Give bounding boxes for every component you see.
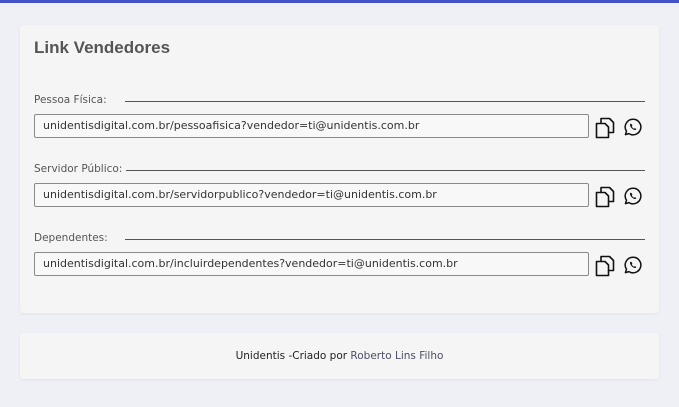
footer-text: Unidentis -Criado por [235, 350, 351, 362]
link-vendedores-card: Link Vendedores Pessoa Física: unidentis… [20, 25, 659, 313]
divider-line [125, 239, 645, 240]
whatsapp-icon[interactable] [623, 255, 643, 275]
copy-icon[interactable] [594, 255, 615, 277]
label-row: Dependentes: [34, 232, 646, 246]
url-field[interactable]: unidentisdigital.com.br/incluirdependent… [34, 252, 589, 276]
page-footer: Unidentis -Criado por Roberto Lins Filho [20, 333, 659, 379]
link-group-servidor-publico: Servidor Público: unidentisdigital.com.b… [34, 163, 646, 208]
label-row: Pessoa Física: [34, 94, 646, 108]
link-label: Dependentes: [34, 232, 108, 244]
divider-line [125, 101, 645, 102]
link-group-dependentes: Dependentes: unidentisdigital.com.br/inc… [34, 232, 646, 277]
whatsapp-icon[interactable] [623, 186, 643, 206]
copy-icon[interactable] [594, 186, 615, 208]
link-label: Servidor Público: [34, 163, 123, 175]
url-field[interactable]: unidentisdigital.com.br/pessoafisica?ven… [34, 114, 589, 138]
link-group-pessoa-fisica: Pessoa Física: unidentisdigital.com.br/p… [34, 94, 646, 139]
link-label: Pessoa Física: [34, 94, 107, 106]
footer-author: Roberto Lins Filho [350, 350, 444, 362]
top-accent-bar [0, 0, 679, 3]
card-title: Link Vendedores [34, 38, 171, 57]
copy-icon[interactable] [594, 117, 615, 139]
url-field[interactable]: unidentisdigital.com.br/servidorpublico?… [34, 183, 589, 207]
divider-line [126, 170, 645, 171]
whatsapp-icon[interactable] [623, 117, 643, 137]
label-row: Servidor Público: [34, 163, 646, 177]
